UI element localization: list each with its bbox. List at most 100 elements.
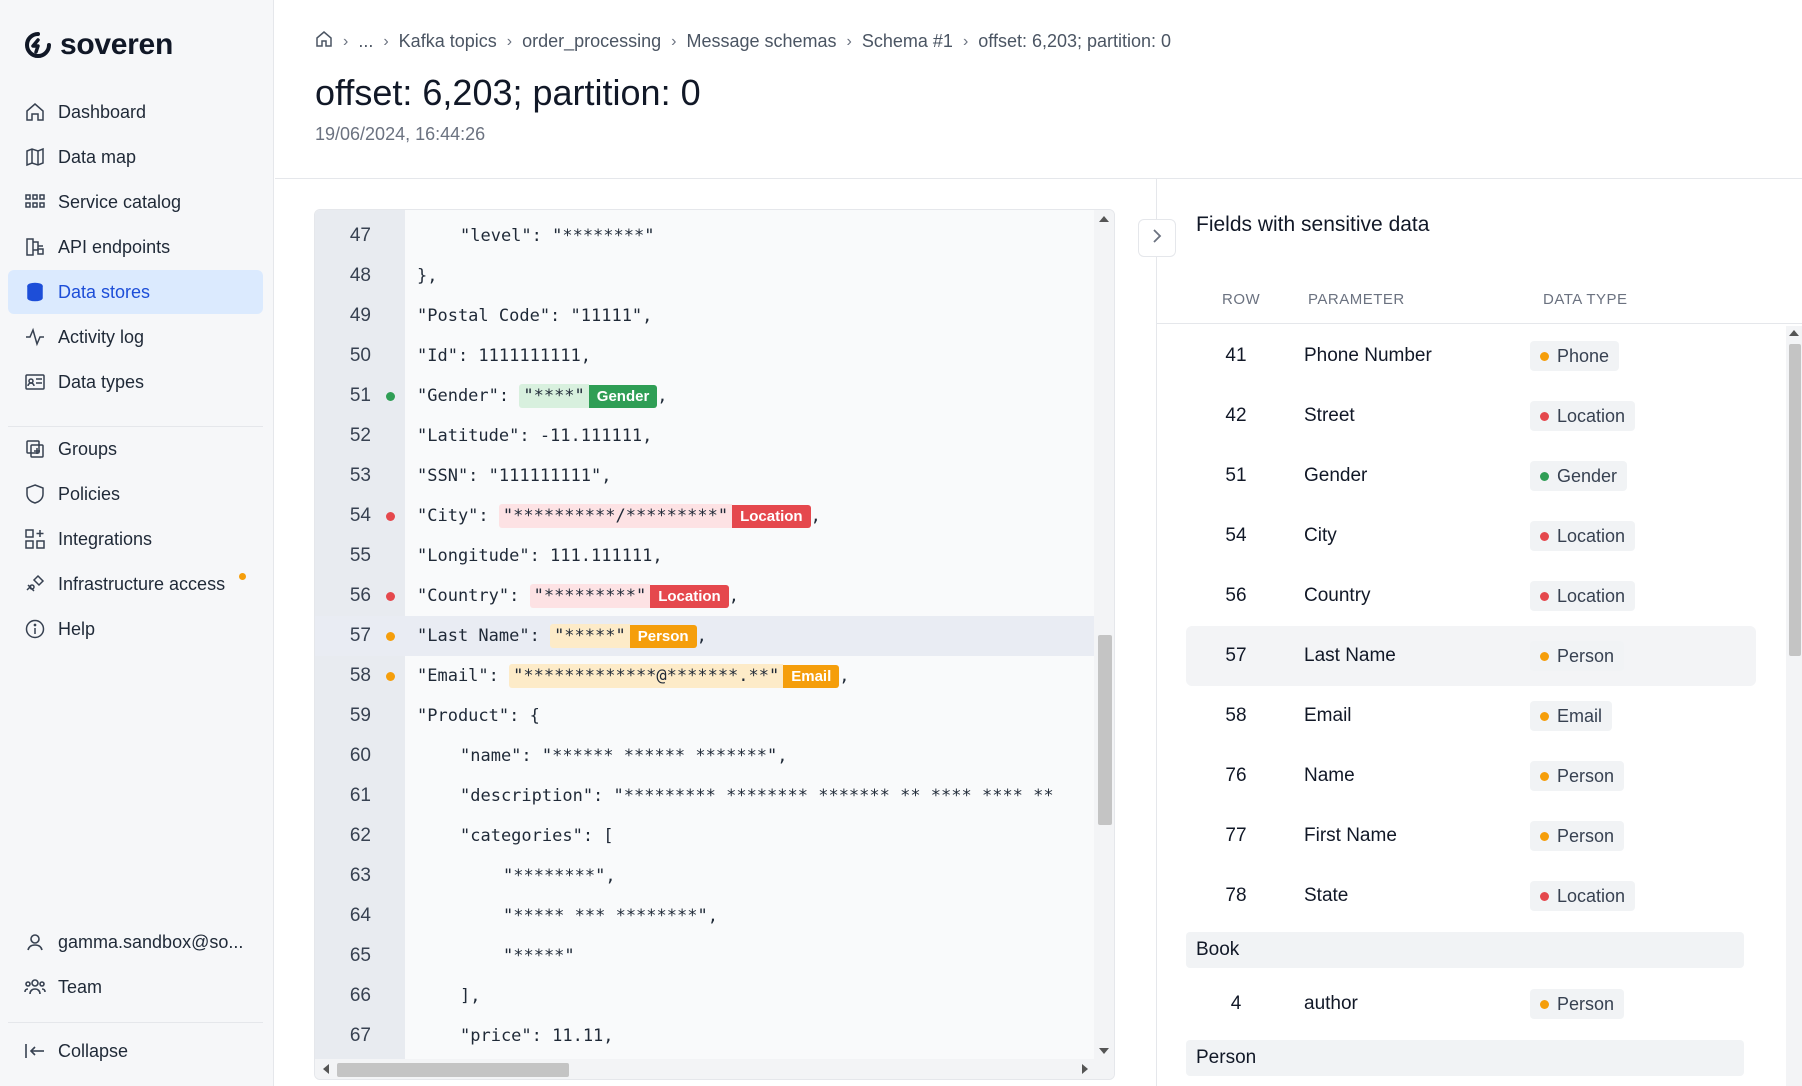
code-line[interactable]: 67 "price": 11.11, bbox=[315, 1016, 1095, 1056]
masked-value[interactable]: "**********/*********" bbox=[498, 504, 733, 528]
sidebar-item-data-stores[interactable]: Data stores bbox=[8, 270, 263, 314]
code-line[interactable]: 53 "SSN": "111111111", bbox=[315, 456, 1095, 496]
code-line[interactable]: 51 "Gender": "****" Gender, bbox=[315, 376, 1095, 416]
group-header[interactable]: Person bbox=[1186, 1040, 1744, 1076]
code-text: "Country": "*********" Location, bbox=[417, 584, 739, 608]
toggle-panel-button[interactable] bbox=[1138, 219, 1176, 257]
column-header-row[interactable]: ROW bbox=[1222, 291, 1260, 308]
code-line[interactable]: 61 "description": "********* ******** ***… bbox=[315, 776, 1095, 816]
code-line[interactable]: 63 "********", bbox=[315, 856, 1095, 896]
breadcrumb-item[interactable]: order_processing bbox=[522, 31, 661, 52]
table-row[interactable]: 56 Country Location bbox=[1186, 566, 1756, 626]
code-line[interactable]: 48}, bbox=[315, 256, 1095, 296]
code-line[interactable]: 59 "Product": { bbox=[315, 696, 1095, 736]
code-line[interactable]: 56 "Country": "*********" Location, bbox=[315, 576, 1095, 616]
data-type-badge: Email bbox=[1530, 701, 1613, 731]
code-viewer[interactable]: 47 "level": "********" 48}, 49 "Postal Code"… bbox=[314, 209, 1115, 1080]
code-line[interactable]: 50 "Id": 1111111111, bbox=[315, 336, 1095, 376]
brand-logo[interactable]: soveren bbox=[24, 28, 173, 62]
scroll-down-icon[interactable] bbox=[1099, 1048, 1109, 1054]
sidebar-item-service-catalog[interactable]: Service catalog bbox=[8, 180, 263, 224]
sidebar-item-infrastructure-access[interactable]: Infrastructure access bbox=[8, 562, 263, 606]
code-line[interactable]: 64 "***** *** ********", bbox=[315, 896, 1095, 936]
code-vertical-scrollbar[interactable] bbox=[1094, 210, 1114, 1060]
sidebar-item-activity-log[interactable]: Activity log bbox=[8, 315, 263, 359]
sidebar-item-api-endpoints[interactable]: API endpoints bbox=[8, 225, 263, 269]
code-scroll-thumb[interactable] bbox=[1098, 635, 1112, 825]
code-line[interactable]: 62 "categories": [ bbox=[315, 816, 1095, 856]
table-row[interactable]: 41 Phone Number Phone bbox=[1186, 326, 1756, 386]
data-type-badge: Location bbox=[1530, 401, 1636, 431]
data-type-tag[interactable]: Person bbox=[629, 625, 697, 648]
user-account-item[interactable]: gamma.sandbox@so... bbox=[8, 920, 263, 964]
table-row[interactable]: 4 author Person bbox=[1186, 974, 1756, 1034]
fields-scroll-up-icon[interactable] bbox=[1789, 330, 1799, 336]
scroll-up-icon[interactable] bbox=[1099, 216, 1109, 222]
masked-value[interactable]: "*************@*******.**" bbox=[509, 664, 784, 688]
scroll-right-icon[interactable] bbox=[1082, 1064, 1088, 1074]
table-row[interactable]: 58 Email Email bbox=[1186, 686, 1756, 746]
code-line[interactable]: 66], bbox=[315, 976, 1095, 1016]
sidebar-item-policies[interactable]: Policies bbox=[8, 472, 263, 516]
data-type-tag[interactable]: Location bbox=[650, 585, 729, 608]
sidebar-item-integrations[interactable]: Integrations bbox=[8, 517, 263, 561]
code-line[interactable]: 65 "*****" bbox=[315, 936, 1095, 976]
table-row[interactable]: 76 Name Person bbox=[1186, 746, 1756, 806]
table-row[interactable]: 51 Gender Gender bbox=[1186, 446, 1756, 506]
code-text: "City": "**********/*********" Location, bbox=[417, 504, 821, 528]
code-text: "SSN": "111111111", bbox=[417, 466, 612, 486]
code-line[interactable]: 49 "Postal Code": "11111", bbox=[315, 296, 1095, 336]
code-line[interactable]: 47 "level": "********" bbox=[315, 216, 1095, 256]
breadcrumb-item[interactable]: Kafka topics bbox=[399, 31, 497, 52]
sidebar-item-help[interactable]: Help bbox=[8, 607, 263, 651]
group-header[interactable]: Book bbox=[1186, 932, 1744, 968]
collapse-sidebar-button[interactable]: Collapse bbox=[8, 1029, 263, 1073]
line-number: 47 bbox=[349, 225, 371, 246]
fields-vertical-scrollbar[interactable] bbox=[1786, 326, 1802, 1086]
breadcrumb-item[interactable]: Message schemas bbox=[686, 31, 836, 52]
sidebar-item-data-map[interactable]: Data map bbox=[8, 135, 263, 179]
panel-divider bbox=[1156, 179, 1157, 1086]
table-header-divider bbox=[1157, 323, 1802, 324]
json-key: "Country": bbox=[417, 586, 530, 606]
sidebar-item-groups[interactable]: Groups bbox=[8, 427, 263, 471]
code-hscroll-thumb[interactable] bbox=[337, 1063, 569, 1077]
table-row[interactable]: 77 First Name Person bbox=[1186, 806, 1756, 866]
code-line[interactable]: 52 "Latitude": -11.111111, bbox=[315, 416, 1095, 456]
table-row[interactable]: 54 City Location bbox=[1186, 506, 1756, 566]
code-line[interactable]: 58 "Email": "*************@*******.**" Ema… bbox=[315, 656, 1095, 696]
masked-value[interactable]: "*********" bbox=[529, 584, 651, 608]
team-label: Team bbox=[58, 976, 103, 997]
page-title: offset: 6,203; partition: 0 bbox=[315, 72, 701, 113]
data-type-tag[interactable]: Email bbox=[783, 665, 840, 688]
table-row[interactable]: 42 Street Location bbox=[1186, 386, 1756, 446]
code-line[interactable]: 57 "Last Name": "*****" Person, bbox=[315, 616, 1095, 656]
column-header-parameter[interactable]: PARAMETER bbox=[1308, 291, 1405, 308]
data-type-label: Person bbox=[1557, 645, 1615, 666]
scroll-left-icon[interactable] bbox=[323, 1064, 329, 1074]
line-number: 53 bbox=[349, 465, 371, 486]
sidebar-item-data-types[interactable]: Data types bbox=[8, 360, 263, 404]
sidebar-item-team[interactable]: Team bbox=[8, 965, 263, 1009]
parameter-name: Gender bbox=[1304, 465, 1368, 486]
code-horizontal-scrollbar[interactable] bbox=[315, 1059, 1114, 1079]
sidebar-item-dashboard[interactable]: Dashboard bbox=[8, 90, 263, 134]
home-icon[interactable] bbox=[315, 30, 333, 53]
data-type-tag[interactable]: Gender bbox=[588, 385, 658, 408]
code-line[interactable]: 60 "name": "****** ****** *******", bbox=[315, 736, 1095, 776]
data-type-tag[interactable]: Location bbox=[732, 505, 811, 528]
table-row[interactable]: 78 State Location bbox=[1186, 866, 1756, 926]
breadcrumb-item[interactable]: Schema #1 bbox=[862, 31, 953, 52]
data-type-dot bbox=[1540, 531, 1549, 541]
masked-value[interactable]: "*****" bbox=[550, 624, 630, 648]
sidebar-item-label: Data types bbox=[58, 371, 145, 392]
code-line[interactable]: 55 "Longitude": 111.111111, bbox=[315, 536, 1095, 576]
masked-value[interactable]: "****" bbox=[519, 384, 589, 408]
breadcrumb-item[interactable]: ... bbox=[358, 31, 373, 52]
table-row[interactable]: 57 Last Name Person bbox=[1186, 626, 1756, 686]
integrations-icon bbox=[24, 528, 46, 550]
code-line[interactable]: 54 "City": "**********/*********" Location… bbox=[315, 496, 1095, 536]
column-header-data-type[interactable]: DATA TYPE bbox=[1543, 291, 1628, 308]
row-number: 51 bbox=[1225, 465, 1247, 486]
fields-scroll-thumb[interactable] bbox=[1789, 344, 1801, 656]
